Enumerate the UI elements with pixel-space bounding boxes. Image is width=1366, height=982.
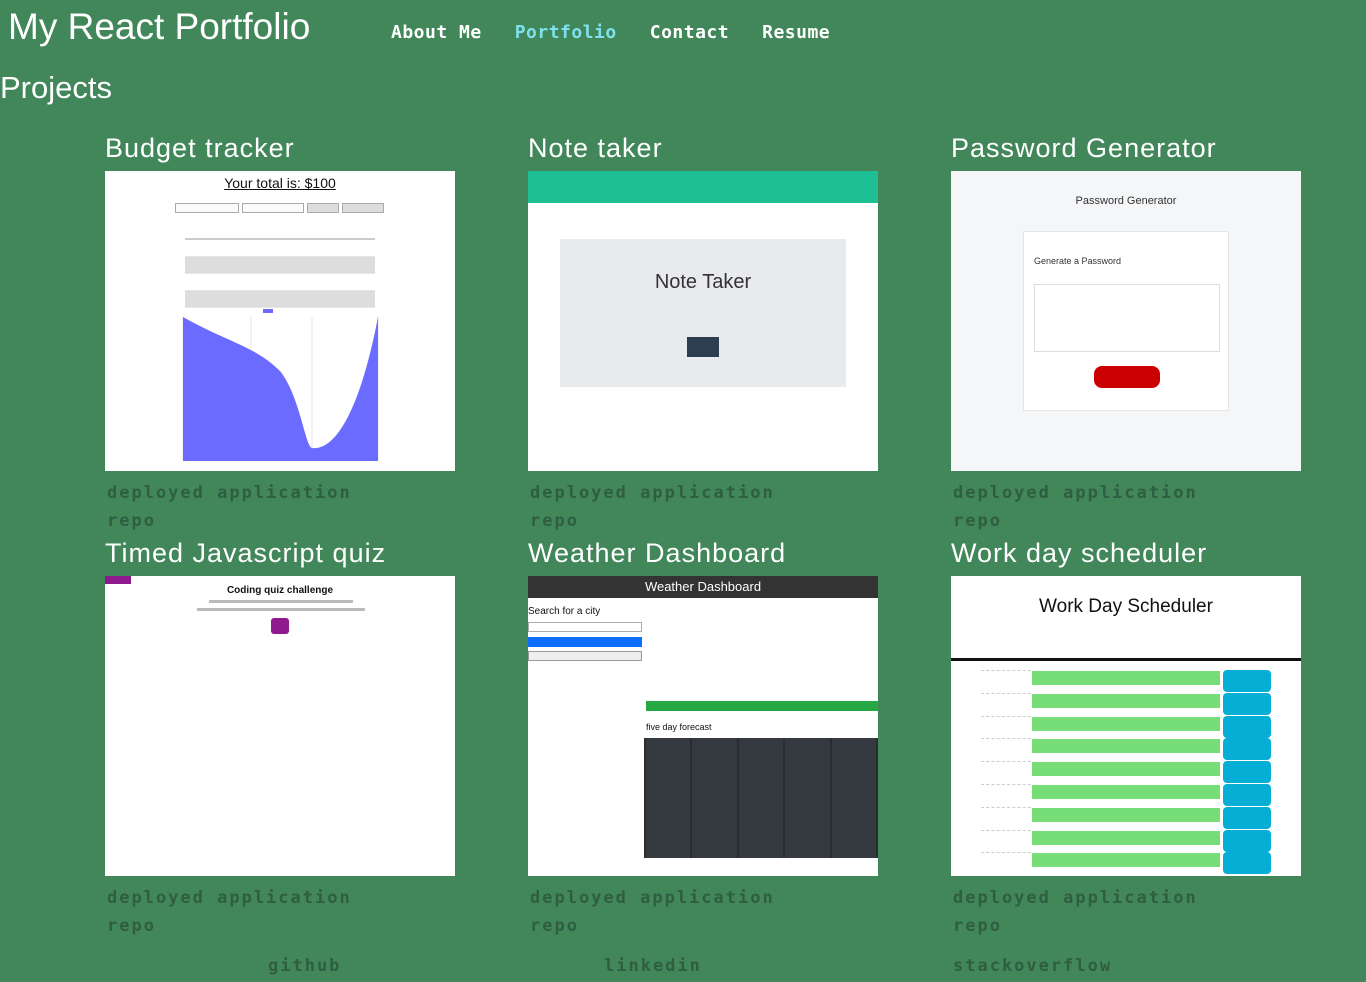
preview-password-area	[1034, 284, 1220, 352]
deployed-link[interactable]: deployed application	[953, 479, 1301, 507]
deployed-link[interactable]: deployed application	[107, 884, 455, 912]
project-title: Password Generator	[951, 133, 1217, 163]
preview-heading: Note Taker	[654, 271, 752, 293]
deployed-link[interactable]: deployed application	[953, 884, 1301, 912]
project-screenshot-note-taker: Note Taker	[528, 171, 878, 471]
project-title: Note taker	[528, 133, 663, 163]
nav-about-me[interactable]: About Me	[391, 22, 482, 43]
repo-link[interactable]: repo	[107, 507, 455, 535]
preview-heading: Work Day Scheduler	[1039, 596, 1213, 617]
deployed-link[interactable]: deployed application	[107, 479, 455, 507]
preview-card-label: Generate a Password	[1034, 256, 1122, 266]
main-nav: About Me Portfolio Contact Resume	[391, 22, 863, 43]
project-screenshot-password-generator: Password Generator Generate a Password	[951, 171, 1301, 471]
nav-resume[interactable]: Resume	[762, 22, 830, 43]
preview-search-input	[528, 622, 642, 632]
section-title: Projects	[0, 70, 112, 105]
preview-get-started-button	[687, 337, 719, 357]
project-card-note-taker: Note taker Note Taker deployed applicati…	[528, 133, 878, 535]
project-screenshot-work-day-scheduler: Work Day Scheduler	[951, 576, 1301, 876]
preview-forecast-cards	[644, 738, 878, 858]
footer-linkedin-link[interactable]: linkedin	[604, 956, 702, 976]
repo-link[interactable]: repo	[953, 507, 1301, 535]
preview-jumbotron: Note Taker	[560, 239, 846, 387]
project-title: Work day scheduler	[951, 538, 1208, 568]
preview-search-button	[528, 637, 642, 647]
repo-link[interactable]: repo	[530, 507, 878, 535]
nav-portfolio[interactable]: Portfolio	[515, 22, 617, 43]
preview-time-blocks	[981, 670, 1281, 875]
project-card-weather-dashboard: Weather Dashboard Weather Dashboard Sear…	[528, 538, 878, 940]
repo-link[interactable]: repo	[530, 912, 878, 940]
footer-stackoverflow-link[interactable]: stackoverflow	[953, 956, 1112, 976]
footer-github-link[interactable]: github	[268, 956, 341, 976]
preview-start-button	[271, 618, 289, 634]
deployed-link[interactable]: deployed application	[530, 884, 878, 912]
preview-search-label: Search for a city	[528, 606, 601, 617]
project-card-work-day-scheduler: Work day scheduler Work Day Scheduler de…	[951, 538, 1301, 940]
project-title: Budget tracker	[105, 133, 295, 163]
project-screenshot-budget-tracker: Your total is: $100	[105, 171, 455, 471]
preview-uv-bar	[646, 701, 878, 711]
project-card-budget-tracker: Budget tracker Your total is: $100 deplo…	[105, 133, 455, 535]
deployed-link[interactable]: deployed application	[530, 479, 878, 507]
project-screenshot-timed-quiz: Coding quiz challenge	[105, 576, 455, 876]
preview-heading: Password Generator	[1075, 195, 1177, 207]
header: My React Portfolio About Me Portfolio Co…	[0, 0, 1366, 60]
preview-generate-button	[1094, 366, 1160, 388]
repo-link[interactable]: repo	[953, 912, 1301, 940]
project-screenshot-weather-dashboard: Weather Dashboard Search for a city five…	[528, 576, 878, 876]
preview-forecast-label: five day forecast	[646, 722, 712, 732]
preview-area-chart	[182, 309, 379, 461]
preview-navbar	[528, 171, 878, 203]
project-title: Weather Dashboard	[528, 538, 787, 568]
site-title: My React Portfolio	[8, 6, 311, 47]
project-card-password-generator: Password Generator Password Generator Ge…	[951, 133, 1301, 535]
repo-link[interactable]: repo	[107, 912, 455, 940]
preview-heading: Coding quiz challenge	[226, 585, 334, 596]
preview-highscores-tag	[105, 576, 131, 584]
preview-divider	[951, 658, 1301, 661]
project-title: Timed Javascript quiz	[105, 538, 387, 568]
project-card-timed-quiz: Timed Javascript quiz Coding quiz challe…	[105, 538, 455, 940]
nav-contact[interactable]: Contact	[650, 22, 729, 43]
preview-history-item	[528, 651, 642, 661]
preview-heading: Weather Dashboard	[528, 576, 878, 598]
preview-card: Generate a Password	[1023, 231, 1229, 411]
